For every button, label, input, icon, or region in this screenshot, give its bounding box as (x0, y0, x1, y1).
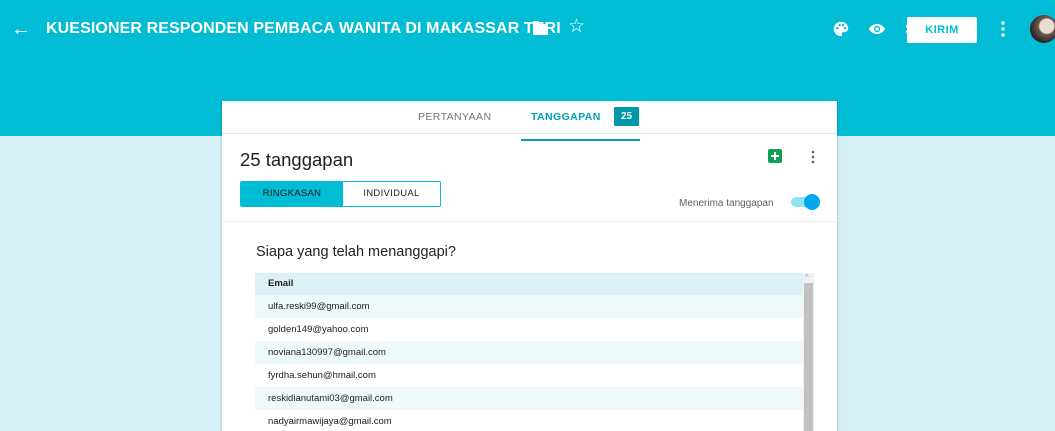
tab-responses[interactable]: TANGGAPAN (531, 111, 601, 123)
table-row: noviana130997@gmail.com (255, 341, 805, 364)
table-row: ulfa.reski99@gmail.com (255, 295, 805, 318)
tab-questions[interactable]: PERTANYAAN (418, 111, 491, 123)
avatar[interactable] (1030, 15, 1055, 43)
active-tab-indicator (521, 139, 640, 141)
table-row: fyrdha.sehun@hmail.com (268, 370, 376, 381)
respondents-title: Siapa yang telah menanggapi? (256, 244, 456, 260)
more-vert-icon[interactable] (998, 18, 1008, 40)
toggle-knob (804, 194, 820, 210)
view-toggle: RINGKASAN INDIVIDUAL (240, 181, 441, 207)
respondents-table: Email ulfa.reski99@gmail.com golden149@y… (255, 273, 805, 431)
table-row: reskidianutami03@gmail.com (255, 387, 805, 410)
accepting-responses-toggle[interactable] (791, 194, 821, 210)
palette-icon[interactable] (832, 20, 850, 38)
accepting-responses-label: Menerima tanggapan (679, 198, 774, 209)
arrow-left-icon[interactable]: ← (10, 18, 32, 40)
send-button[interactable]: KIRIM (907, 17, 977, 43)
responses-card: PERTANYAAN TANGGAPAN 25 25 tanggapan RIN… (222, 101, 837, 431)
sheets-icon[interactable] (768, 149, 782, 163)
table-row: nadyairmawijaya@gmail.com (268, 416, 392, 427)
responses-count-badge: 25 (614, 107, 639, 126)
eye-icon[interactable] (868, 20, 886, 38)
table-row: golden149@yahoo.com (268, 324, 369, 335)
tab-bar: PERTANYAAN TANGGAPAN 25 (222, 101, 837, 134)
more-vert-icon[interactable] (808, 150, 818, 164)
table-header-email: Email (255, 273, 805, 295)
star-icon[interactable]: ☆ (568, 16, 585, 38)
individual-button[interactable]: INDIVIDUAL (343, 182, 440, 206)
response-count-title: 25 tanggapan (240, 149, 354, 170)
folder-icon[interactable] (533, 21, 548, 35)
divider (222, 221, 837, 222)
form-title[interactable]: KUESIONER RESPONDEN PEMBACA WANITA DI MA… (46, 20, 561, 38)
table-scrollbar[interactable]: ^ (803, 273, 814, 431)
summary-button[interactable]: RINGKASAN (241, 182, 343, 206)
scroll-up-icon[interactable]: ^ (805, 274, 812, 282)
scrollbar-thumb[interactable] (804, 283, 813, 431)
